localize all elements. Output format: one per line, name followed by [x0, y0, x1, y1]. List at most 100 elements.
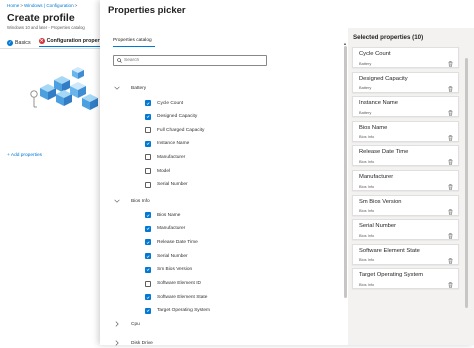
- tab-active-indicator: [113, 46, 155, 48]
- breadcrumb-home[interactable]: Home: [7, 3, 19, 8]
- property-checkbox[interactable]: [145, 140, 151, 147]
- add-properties-link[interactable]: + Add properties: [7, 153, 42, 158]
- property-label: Cycle Count: [157, 100, 184, 106]
- property-label: Instance Name: [157, 141, 190, 147]
- remove-property-button[interactable]: [448, 79, 453, 97]
- group-label: Bios Info: [131, 198, 150, 204]
- selected-property-group: Bios Info: [359, 232, 375, 238]
- remove-property-button[interactable]: [448, 202, 453, 220]
- create-profile-page: Home>Windows | Configuration> Create pro…: [0, 0, 109, 345]
- property-item[interactable]: Sm Bios Version: [145, 266, 192, 274]
- property-item[interactable]: Bios Name: [145, 211, 180, 219]
- property-item[interactable]: Software Element ID: [145, 280, 201, 288]
- property-checkbox[interactable]: [145, 280, 151, 287]
- remove-property-button[interactable]: [448, 275, 453, 293]
- checkmark-icon: [146, 101, 150, 105]
- tab-properties-catalog[interactable]: Properties catalog: [113, 38, 152, 43]
- remove-property-button[interactable]: [448, 251, 453, 269]
- property-item[interactable]: Release Date Time: [145, 238, 198, 246]
- selected-property-name: Sm Bios Version: [359, 198, 402, 205]
- breadcrumb-windows-configuration[interactable]: Windows | Configuration: [24, 3, 74, 8]
- property-checkbox[interactable]: [145, 225, 151, 232]
- property-checkbox[interactable]: [145, 253, 151, 260]
- chevron-down-icon: [114, 86, 120, 90]
- catalog-scrollbar[interactable]: [344, 46, 347, 298]
- checkmark-icon: [146, 213, 150, 217]
- step-basics[interactable]: ✓ Basics: [7, 39, 31, 46]
- remove-property-button[interactable]: [448, 177, 453, 195]
- property-checkbox[interactable]: [145, 266, 151, 273]
- search-box[interactable]: [113, 55, 267, 66]
- remove-property-button[interactable]: [448, 152, 453, 170]
- breadcrumb: Home>Windows | Configuration>: [7, 3, 78, 8]
- selected-property-group: Battery: [359, 60, 372, 66]
- property-item[interactable]: Manufacturer: [145, 153, 185, 161]
- group-battery[interactable]: Battery: [113, 83, 146, 93]
- expand-toggle[interactable]: [113, 199, 121, 203]
- step-configuration-properties[interactable]: ✕ Configuration properties: [38, 38, 109, 47]
- checkmark-icon: [146, 296, 150, 299]
- remove-property-button[interactable]: [448, 128, 453, 146]
- property-item[interactable]: Model: [145, 167, 170, 175]
- property-checkbox[interactable]: [145, 239, 151, 246]
- checkmark-icon: [146, 268, 150, 272]
- selected-property-name: Cycle Count: [359, 51, 391, 57]
- remove-property-button[interactable]: [448, 103, 453, 121]
- search-input[interactable]: [122, 58, 254, 63]
- property-item[interactable]: Serial Number: [145, 252, 188, 260]
- property-item[interactable]: Manufacturer: [145, 225, 185, 233]
- remove-property-button[interactable]: [448, 54, 453, 72]
- property-checkbox[interactable]: [145, 113, 151, 120]
- property-checkbox[interactable]: [145, 212, 151, 218]
- property-label: Release Date Time: [157, 239, 198, 245]
- selected-property-card: Release Date Time Bios Info: [352, 145, 459, 167]
- selected-property-card: Sm Bios Version Bios Info: [352, 194, 459, 216]
- property-checkbox[interactable]: [145, 181, 151, 188]
- expand-toggle[interactable]: [113, 86, 121, 90]
- selected-property-group: Bios Info: [359, 183, 375, 189]
- chevron-right-icon: [115, 340, 119, 346]
- selected-property-group: Bios Info: [359, 134, 375, 140]
- selected-property-card: Bios Name Bios Info: [352, 120, 459, 142]
- properties-illustration: [30, 67, 98, 110]
- property-checkbox[interactable]: [145, 154, 151, 161]
- remove-property-button[interactable]: [448, 226, 453, 244]
- property-label: Target Operating System: [157, 308, 211, 314]
- property-label: Sm Bios Version: [157, 267, 193, 273]
- expand-toggle[interactable]: [113, 340, 121, 346]
- page-title: Create profile: [7, 12, 75, 24]
- property-label: Manufacturer: [157, 226, 186, 232]
- property-checkbox[interactable]: [145, 127, 151, 134]
- property-item[interactable]: Serial Number: [145, 181, 188, 189]
- property-item[interactable]: Full Charged Capacity: [145, 126, 204, 134]
- breadcrumb-separator: >: [74, 3, 78, 8]
- chevron-down-icon: [114, 199, 120, 203]
- selected-property-name: Manufacturer: [359, 174, 394, 180]
- checkmark-icon: ✓: [7, 39, 13, 46]
- property-checkbox[interactable]: [145, 168, 151, 174]
- picker-title: Properties picker: [108, 5, 186, 16]
- expand-toggle[interactable]: [113, 321, 121, 327]
- page-subtitle: Windows 10 and later - Properties catalo…: [7, 25, 85, 30]
- property-label: Software Element ID: [157, 281, 201, 286]
- property-item[interactable]: Cycle Count: [145, 99, 183, 107]
- property-label: Serial Number: [157, 253, 188, 259]
- divider: [0, 48, 100, 49]
- selected-scrollbar[interactable]: [465, 58, 468, 308]
- selected-property-name: Designed Capacity: [359, 75, 408, 82]
- trash-icon: [448, 208, 453, 215]
- property-label: Bios Name: [157, 212, 181, 218]
- property-checkbox[interactable]: [145, 100, 151, 106]
- selected-property-group: Bios Info: [359, 257, 375, 263]
- property-item[interactable]: Target Operating System: [145, 307, 210, 315]
- checkmark-icon: [146, 115, 150, 119]
- property-checkbox[interactable]: [145, 294, 151, 301]
- group-cpu[interactable]: Cpu: [113, 319, 140, 329]
- property-checkbox[interactable]: [145, 307, 151, 314]
- property-item[interactable]: Instance Name: [145, 140, 189, 148]
- property-item[interactable]: Designed Capacity: [145, 113, 197, 121]
- property-item[interactable]: Software Element State: [145, 293, 207, 301]
- trash-icon: [448, 233, 453, 239]
- group-disk-drive[interactable]: Disk Drive: [113, 338, 153, 348]
- group-bios-info[interactable]: Bios Info: [113, 196, 150, 206]
